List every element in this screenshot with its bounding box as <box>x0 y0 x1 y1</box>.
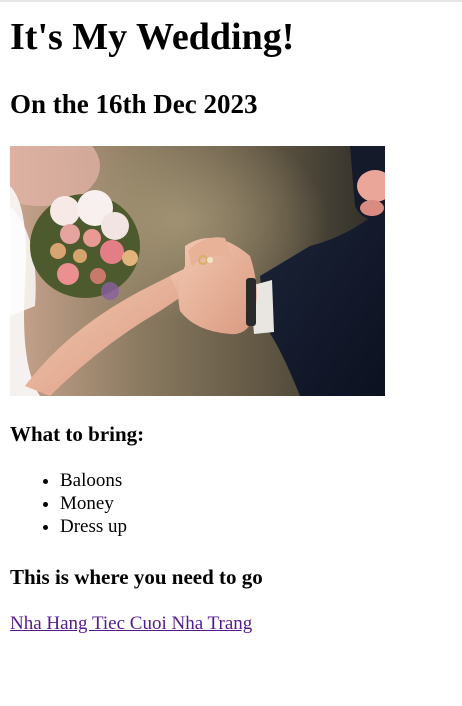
bring-list: Baloons Money Dress up <box>10 469 127 538</box>
what-to-bring-heading: What to bring: <box>10 422 145 446</box>
page-title: It's My Wedding! <box>10 16 295 58</box>
wedding-date: On the 16th Dec 2023 <box>10 89 258 119</box>
list-item-dress-up: Dress up <box>60 515 127 538</box>
list-item-baloons: Baloons <box>60 469 127 492</box>
list-item-money: Money <box>60 492 127 515</box>
browser-top-border <box>0 0 462 2</box>
location-heading: This is where you need to go <box>10 565 263 589</box>
wedding-photo <box>10 146 385 396</box>
venue-link[interactable]: Nha Hang Tiec Cuoi Nha Trang <box>10 612 252 636</box>
